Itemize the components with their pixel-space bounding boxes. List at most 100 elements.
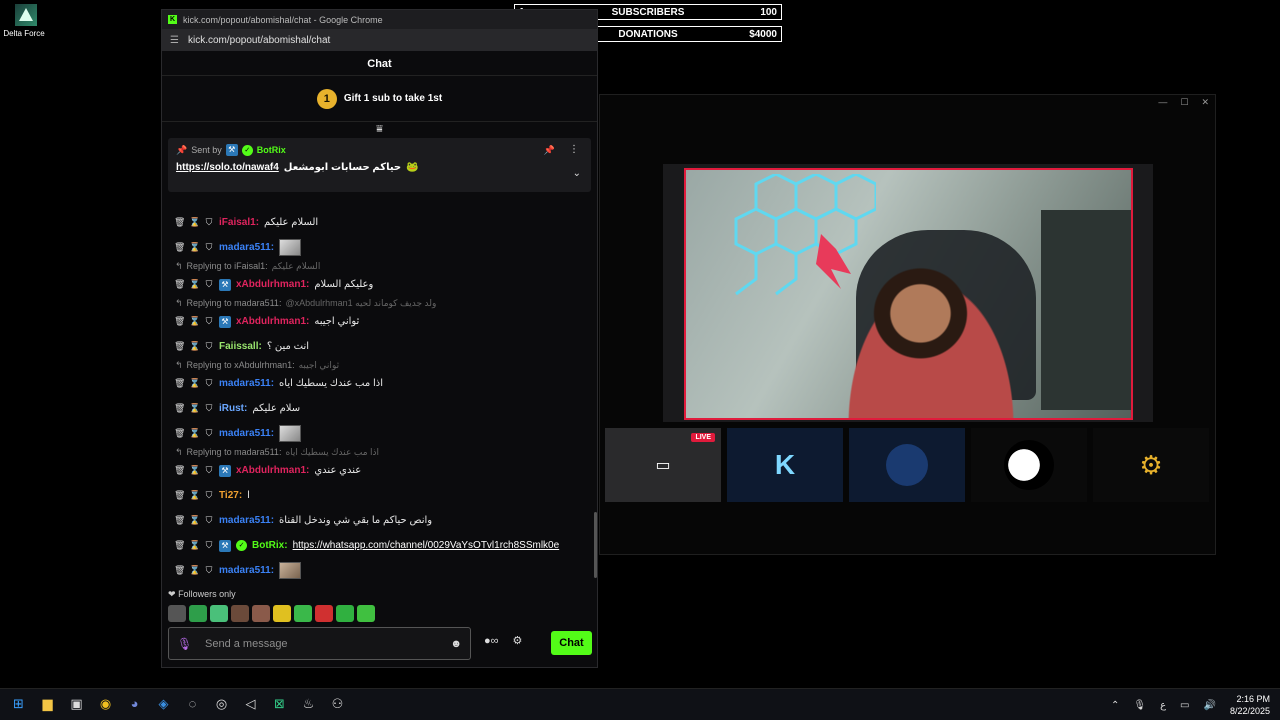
timeout-hourglass-icon[interactable]: ⌛ [189, 540, 200, 551]
app-icon[interactable]: ◈ [155, 695, 172, 712]
chevron-up-icon[interactable]: ⌃ [1111, 700, 1119, 711]
chat-message-input[interactable] [205, 637, 451, 650]
gift-leaderboard[interactable]: 1 Gift 1 sub to take 1st [162, 76, 597, 122]
delete-message-icon[interactable]: 🗑 [174, 378, 185, 389]
language-indicator[interactable]: ع [1160, 700, 1166, 711]
delete-message-icon[interactable]: 🗑 [174, 490, 185, 501]
quick-emote[interactable] [252, 605, 270, 622]
delete-message-icon[interactable]: 🗑 [174, 316, 185, 327]
quick-emote[interactable] [315, 605, 333, 622]
delete-message-icon[interactable]: 🗑 [174, 279, 185, 290]
game-icon[interactable]: ⚇ [329, 695, 346, 712]
delete-message-icon[interactable]: 🗑 [174, 403, 185, 414]
chat-username[interactable]: madara511: [219, 378, 274, 389]
chat-username[interactable]: Ti27: [219, 490, 242, 501]
quick-emote[interactable] [168, 605, 186, 622]
chat-scrollbar[interactable] [594, 512, 597, 578]
file-explorer-icon[interactable]: ▆ [39, 695, 56, 712]
quick-emote[interactable] [273, 605, 291, 622]
chevron-down-icon[interactable]: ⌄ [573, 168, 581, 179]
scene-thumb-wolf[interactable] [971, 428, 1087, 502]
system-clock[interactable]: 2:16 PM 8/22/2025 [1230, 693, 1270, 717]
reply-context[interactable]: ↰ Replying to madara511: @xAbdulrhman1 ولد… [174, 297, 584, 309]
chat-settings-gear-icon[interactable]: ⚙ [513, 634, 523, 647]
chat-username[interactable]: madara511: [219, 565, 274, 576]
quick-emote[interactable] [294, 605, 312, 622]
ban-shield-icon[interactable]: ⛉ [204, 465, 214, 476]
chat-username[interactable]: iFaisal1: [219, 217, 259, 228]
ban-shield-icon[interactable]: ⛉ [204, 490, 214, 501]
chat-username[interactable]: madara511: [219, 428, 274, 439]
quick-emote[interactable] [189, 605, 207, 622]
ban-shield-icon[interactable]: ⛉ [204, 378, 214, 389]
reply-context[interactable]: ↰ Replying to iFaisal1: السلام عليكم [174, 260, 584, 272]
store-icon[interactable]: ▣ [68, 695, 85, 712]
delete-message-icon[interactable]: 🗑 [174, 242, 185, 253]
site-info-icon[interactable]: ☰ [170, 35, 180, 46]
quick-emote[interactable] [210, 605, 228, 622]
chat-username[interactable]: Faiissall: [219, 341, 262, 352]
scene-thumb-saad[interactable] [849, 428, 965, 502]
ban-shield-icon[interactable]: ⛉ [204, 540, 214, 551]
kick-points-icon[interactable]: ●∞ [484, 635, 499, 647]
delete-message-icon[interactable]: 🗑 [174, 428, 185, 439]
chat-message-list[interactable]: 🗑 ⌛ ⛉ iFaisal1: السلام عليكم 🗑 ⌛ ⛉ madara511: ↰ Re… [162, 210, 590, 590]
chat-username[interactable]: iRust: [219, 403, 247, 414]
timeout-hourglass-icon[interactable]: ⌛ [189, 217, 200, 228]
timeout-hourglass-icon[interactable]: ⌛ [189, 341, 200, 352]
delete-message-icon[interactable]: 🗑 [174, 341, 185, 352]
chat-emote[interactable] [279, 562, 302, 579]
timeout-hourglass-icon[interactable]: ⌛ [189, 465, 200, 476]
timeout-hourglass-icon[interactable]: ⌛ [189, 403, 200, 414]
unpin-icon[interactable]: 📌 [544, 145, 555, 156]
chat-filter-icon[interactable]: ⩸ [162, 122, 597, 138]
pinned-menu-icon[interactable]: ⋮ [569, 144, 579, 155]
ban-shield-icon[interactable]: ⛉ [204, 341, 214, 352]
volume-icon[interactable]: 🔊 [1204, 700, 1216, 711]
ban-shield-icon[interactable]: ⛉ [204, 403, 214, 414]
send-chat-button[interactable]: Chat [551, 631, 592, 655]
delete-message-icon[interactable]: 🗑 [174, 465, 185, 476]
ban-shield-icon[interactable]: ⛉ [204, 565, 214, 576]
scene-thumb-game[interactable]: ▭ LIVE [605, 428, 721, 502]
ban-shield-icon[interactable]: ⛉ [204, 242, 214, 253]
chat-username[interactable]: madara511: [219, 242, 274, 253]
delete-message-icon[interactable]: 🗑 [174, 540, 185, 551]
chat-username[interactable]: madara511: [219, 515, 274, 526]
ban-shield-icon[interactable]: ⛉ [204, 279, 214, 290]
obs-alt-icon[interactable]: ◎ [213, 695, 230, 712]
timeout-hourglass-icon[interactable]: ⌛ [189, 515, 200, 526]
timeout-hourglass-icon[interactable]: ⌛ [189, 316, 200, 327]
desktop-icon-delta-force[interactable]: Delta Force [3, 4, 48, 38]
delete-message-icon[interactable]: 🗑 [174, 515, 185, 526]
scene-thumb-engine[interactable]: ⚙ [1093, 428, 1209, 502]
pinned-link[interactable]: https://solo.to/nawaf4 [176, 162, 279, 173]
ban-shield-icon[interactable]: ⛉ [204, 217, 214, 228]
timeout-hourglass-icon[interactable]: ⌛ [189, 565, 200, 576]
chat-username[interactable]: BotRix: [252, 540, 288, 551]
network-icon[interactable]: ▭ [1180, 700, 1189, 711]
minimize-icon[interactable]: — [1158, 97, 1167, 108]
chat-username[interactable]: xAbdulrhman1: [236, 279, 309, 290]
timeout-hourglass-icon[interactable]: ⌛ [189, 428, 200, 439]
microphone-icon[interactable]: 🎙 [177, 637, 193, 651]
quick-emote[interactable] [231, 605, 249, 622]
mic-tray-icon[interactable]: 🎙 [1133, 700, 1146, 711]
obs-icon[interactable]: ◌ [184, 695, 201, 712]
window-titlebar[interactable]: K kick.com/popout/abomishal/chat - Googl… [162, 10, 597, 29]
chat-emote[interactable] [279, 239, 302, 256]
chat-input-box[interactable]: 🎙 ☻ [168, 627, 471, 660]
delete-message-icon[interactable]: 🗑 [174, 217, 185, 228]
chat-username[interactable]: xAbdulrhman1: [236, 465, 309, 476]
timeout-hourglass-icon[interactable]: ⌛ [189, 242, 200, 253]
reply-context[interactable]: ↰ Replying to xAbdulrhman1: ثواني اجيبه [174, 359, 584, 371]
chat-link[interactable]: https://whatsapp.com/channel/0029VaYsOTv… [293, 540, 560, 551]
chat-username[interactable]: xAbdulrhman1: [236, 316, 309, 327]
address-bar[interactable]: ☰ kick.com/popout/abomishal/chat [162, 29, 597, 51]
chrome-icon[interactable]: ◉ [97, 695, 114, 712]
scene-thumb-logo-k[interactable]: K [727, 428, 843, 502]
ban-shield-icon[interactable]: ⛉ [204, 515, 214, 526]
timeout-hourglass-icon[interactable]: ⌛ [189, 490, 200, 501]
delete-message-icon[interactable]: 🗑 [174, 565, 185, 576]
xbox-icon[interactable]: ⊠ [271, 695, 288, 712]
